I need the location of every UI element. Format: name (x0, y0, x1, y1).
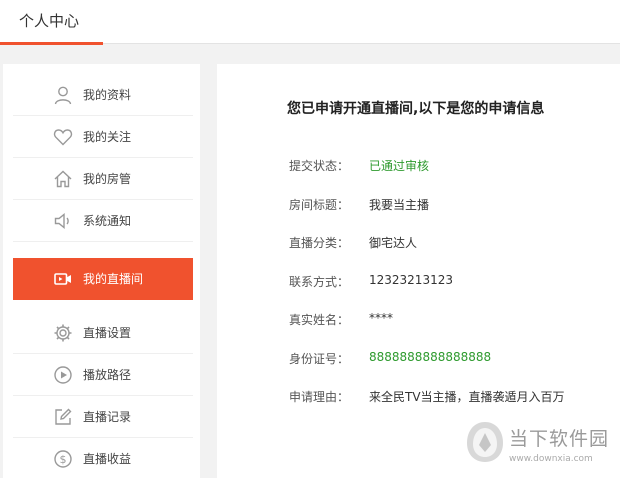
field-value: 8888888888888888 (369, 350, 492, 364)
sidebar-item-live-settings[interactable]: 直播设置 (13, 312, 193, 354)
watermark-url: www.downxia.com (509, 454, 593, 464)
watermark-name: 当下软件园 (509, 428, 610, 450)
field-value: 已通过审核 (369, 159, 430, 173)
field-label: 直播分类： (289, 236, 350, 250)
sidebar-item-label: 我的房管 (83, 172, 132, 186)
sidebar-item-label: 我的直播间 (83, 272, 144, 286)
field-label: 申请理由： (289, 390, 350, 404)
sidebar-item-room-managers[interactable]: 我的房管 (13, 158, 193, 200)
sidebar-item-label: 直播设置 (83, 326, 132, 340)
user-icon (53, 85, 73, 105)
application-heading: 您已申请开通直播间,以下是您的申请信息 (287, 101, 545, 117)
field-value: 御宅达人 (369, 236, 418, 250)
edit-icon (53, 407, 73, 427)
speaker-icon (53, 211, 73, 231)
active-tab-underline (0, 42, 103, 45)
field-value: 我要当主播 (369, 198, 430, 212)
field-label: 身份证号： (289, 352, 350, 366)
sidebar: 我的资料 我的关注 我的房管 系统通知 我的直播间 直播设置 播放路径 直播记录… (3, 64, 200, 478)
watermark-logo-icon (465, 420, 505, 464)
sidebar-item-my-live-room[interactable]: 我的直播间 (13, 258, 193, 300)
field-value: 12323213123 (369, 273, 453, 287)
sidebar-item-label: 直播收益 (83, 452, 132, 466)
sidebar-item-label: 系统通知 (83, 214, 132, 228)
field-label: 提交状态： (289, 159, 350, 173)
application-info-panel: 您已申请开通直播间,以下是您的申请信息 提交状态： 已通过审核 房间标题： 我要… (217, 64, 620, 478)
sidebar-item-label: 我的关注 (83, 130, 132, 144)
home-icon (53, 169, 73, 189)
field-label: 房间标题： (289, 198, 350, 212)
watermark: 当下软件园 www.downxia.com (465, 420, 615, 472)
sidebar-item-notifications[interactable]: 系统通知 (13, 200, 193, 242)
field-label: 联系方式： (289, 275, 350, 289)
field-value: 来全民TV当主播，直播袭遁月入百万 (369, 390, 565, 404)
sidebar-item-following[interactable]: 我的关注 (13, 116, 193, 158)
page-title: 个人中心 (19, 12, 80, 30)
svg-text:$: $ (60, 453, 67, 466)
top-header: 个人中心 (0, 0, 620, 45)
gear-icon (53, 323, 73, 343)
heart-icon (53, 127, 73, 147)
play-circle-icon (53, 365, 73, 385)
sidebar-item-label: 直播记录 (83, 410, 132, 424)
field-label: 真实姓名： (289, 313, 350, 327)
field-value: **** (369, 311, 393, 325)
video-camera-icon (53, 269, 73, 289)
sidebar-item-live-records[interactable]: 直播记录 (13, 396, 193, 438)
sidebar-item-play-path[interactable]: 播放路径 (13, 354, 193, 396)
sidebar-item-label: 我的资料 (83, 88, 132, 102)
sidebar-item-live-earnings[interactable]: $ 直播收益 (13, 438, 193, 478)
sidebar-item-profile[interactable]: 我的资料 (13, 74, 193, 116)
dollar-circle-icon: $ (53, 449, 73, 469)
sidebar-item-label: 播放路径 (83, 368, 132, 382)
